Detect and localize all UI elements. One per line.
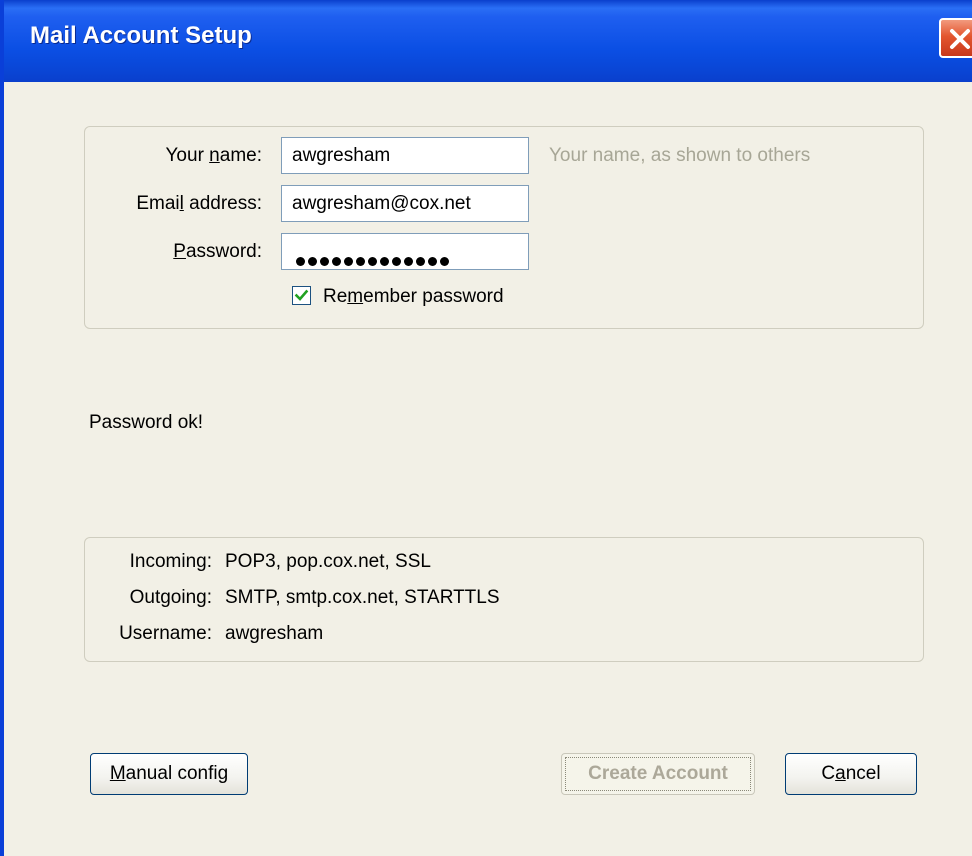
email-address-label: Email address:: [136, 193, 262, 214]
password-dot: [404, 257, 413, 266]
your-name-label: Your name:: [165, 145, 263, 166]
password-mask: [296, 250, 452, 272]
email-address-input[interactable]: [281, 185, 529, 222]
remember-password-checkbox[interactable]: [292, 286, 311, 305]
password-label: Password:: [173, 241, 262, 262]
your-name-input[interactable]: [281, 137, 529, 174]
status-message: Password ok!: [89, 412, 204, 433]
password-dot: [308, 257, 317, 266]
cancel-button[interactable]: Cancel: [785, 753, 917, 795]
close-button[interactable]: [939, 18, 972, 58]
password-dot: [296, 257, 305, 266]
password-dot: [428, 257, 437, 266]
password-dot: [440, 257, 449, 266]
username-value: awgresham: [225, 623, 324, 644]
title-bar[interactable]: Mail Account Setup: [4, 0, 972, 82]
password-dot: [344, 257, 353, 266]
password-dot: [356, 257, 365, 266]
create-account-button[interactable]: Create Account: [561, 753, 755, 795]
password-dot: [380, 257, 389, 266]
focus-ring: [565, 757, 751, 791]
window-title: Mail Account Setup: [30, 22, 252, 49]
remember-password-label[interactable]: Remember password: [323, 286, 504, 308]
manual-config-button[interactable]: Manual config: [90, 753, 248, 795]
outgoing-value: SMTP, smtp.cox.net, STARTTLS: [225, 587, 500, 608]
password-dot: [368, 257, 377, 266]
your-name-hint: Your name, as shown to others: [549, 145, 811, 166]
password-dot: [392, 257, 401, 266]
incoming-value: POP3, pop.cox.net, SSL: [225, 551, 431, 572]
password-dot: [332, 257, 341, 266]
incoming-label: Incoming:: [129, 551, 212, 572]
dialog-content: Your name: Your name, as shown to others…: [4, 82, 972, 856]
password-dot: [320, 257, 329, 266]
username-label: Username:: [119, 623, 212, 644]
password-dot: [416, 257, 425, 266]
outgoing-label: Outgoing:: [129, 587, 212, 608]
mail-account-setup-window: Mail Account Setup Your name: Your name,…: [0, 0, 972, 856]
